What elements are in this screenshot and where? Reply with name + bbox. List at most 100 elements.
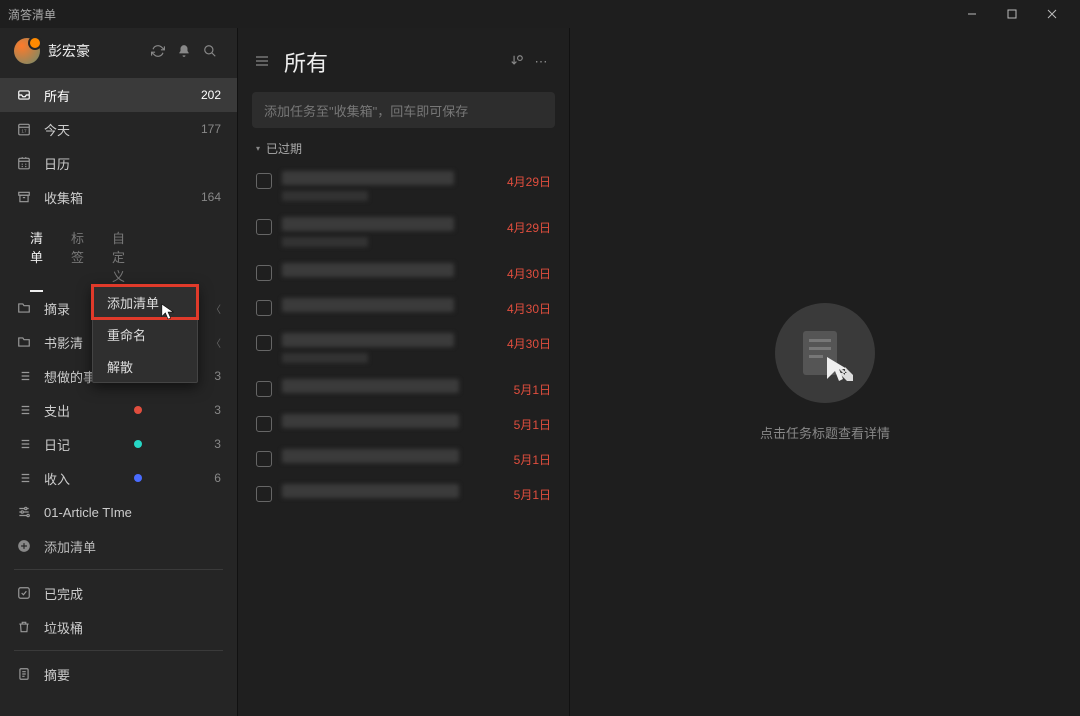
window-maximize-button[interactable] <box>992 0 1032 28</box>
window-close-button[interactable] <box>1032 0 1072 28</box>
list-icon <box>16 402 32 418</box>
task-title-blur <box>282 333 454 347</box>
calendar-day-icon: 17 <box>16 121 32 137</box>
task-date: 4月30日 <box>507 263 551 282</box>
nav-count: 164 <box>201 190 221 204</box>
task-row[interactable]: 4月30日 <box>252 290 555 325</box>
list-item-3[interactable]: 支出3 <box>0 393 237 427</box>
avatar[interactable] <box>14 38 40 64</box>
footer-label: 已完成 <box>44 584 83 603</box>
list-icon <box>16 436 32 452</box>
sync-icon[interactable] <box>145 38 171 64</box>
task-title-blur <box>282 379 459 393</box>
task-row[interactable]: 5月1日 <box>252 476 555 511</box>
task-body <box>282 217 497 247</box>
group-overdue[interactable]: ▾ 已过期 <box>252 128 555 163</box>
task-checkbox[interactable] <box>256 265 272 281</box>
color-dot <box>134 406 142 414</box>
doc-icon <box>16 666 32 682</box>
tab-1[interactable]: 标签 <box>57 222 98 291</box>
window-minimize-button[interactable] <box>952 0 992 28</box>
title-bar: 滴答清单 <box>0 0 1080 28</box>
footer-item-1[interactable]: 垃圾桶 <box>0 610 237 644</box>
nav-item-3[interactable]: 收集箱 164 <box>0 180 237 214</box>
task-checkbox[interactable] <box>256 219 272 235</box>
task-row[interactable]: 4月30日 <box>252 255 555 290</box>
nav-label: 收集箱 <box>44 188 83 207</box>
task-date: 5月1日 <box>514 414 551 433</box>
nav-label: 日历 <box>44 154 70 173</box>
nav-item-1[interactable]: 17今天177 <box>0 112 237 146</box>
task-row[interactable]: 4月30日 <box>252 325 555 371</box>
tab-2[interactable]: 自定义 <box>98 222 139 291</box>
task-title-blur <box>282 263 454 277</box>
username[interactable]: 彭宏豪 <box>48 41 145 61</box>
task-sub-blur <box>282 353 368 363</box>
context-menu-item-1[interactable]: 重命名 <box>93 318 197 350</box>
add-list-button[interactable]: 添加清单 <box>0 529 237 563</box>
divider <box>14 650 223 651</box>
nav-label: 今天 <box>44 120 70 139</box>
task-checkbox[interactable] <box>256 451 272 467</box>
task-row[interactable]: 5月1日 <box>252 406 555 441</box>
empty-text: 点击任务标题查看详情 <box>760 423 890 442</box>
app-title: 滴答清单 <box>8 6 56 23</box>
task-date: 5月1日 <box>514 379 551 398</box>
nav-count: 202 <box>201 88 221 102</box>
footer-item-0[interactable]: 已完成 <box>0 576 237 610</box>
plus-circle-icon <box>16 538 32 554</box>
context-menu: 添加清单重命名解散 <box>92 285 198 383</box>
task-sub-blur <box>282 237 368 247</box>
task-row[interactable]: 4月29日 <box>252 209 555 255</box>
task-row[interactable]: 5月1日 <box>252 371 555 406</box>
archive-icon <box>16 189 32 205</box>
task-body <box>282 298 497 312</box>
task-title-blur <box>282 298 454 312</box>
list-item-6[interactable]: 01-Article TIme <box>0 495 237 529</box>
task-body <box>282 263 497 277</box>
menu-icon[interactable] <box>254 53 270 72</box>
more-icon[interactable]: ⋯ <box>529 54 553 70</box>
add-task-input[interactable]: 添加任务至"收集箱"，回车即可保存 <box>252 92 555 128</box>
list-icon <box>16 368 32 384</box>
task-checkbox[interactable] <box>256 416 272 432</box>
divider <box>14 569 223 570</box>
task-date: 4月29日 <box>507 171 551 190</box>
search-icon[interactable] <box>197 38 223 64</box>
task-checkbox[interactable] <box>256 381 272 397</box>
chevron-down-icon: ▾ <box>256 144 260 153</box>
list-label: 书影清 <box>44 333 83 352</box>
task-checkbox[interactable] <box>256 486 272 502</box>
add-task-placeholder: 添加任务至"收集箱"，回车即可保存 <box>264 101 468 120</box>
task-body <box>282 414 504 428</box>
nav-item-2[interactable]: 日历 <box>0 146 237 180</box>
list-count: 3 <box>214 403 221 417</box>
nav-item-0[interactable]: 所有202 <box>0 78 237 112</box>
context-menu-item-0[interactable]: 添加清单 <box>93 286 197 318</box>
sort-icon[interactable] <box>505 54 529 71</box>
footer-item-2[interactable]: 摘要 <box>0 657 237 691</box>
task-row[interactable]: 5月1日 <box>252 441 555 476</box>
list-label: 01-Article TIme <box>44 505 132 520</box>
task-checkbox[interactable] <box>256 300 272 316</box>
context-menu-item-2[interactable]: 解散 <box>93 350 197 382</box>
task-title-blur <box>282 217 454 231</box>
list-item-4[interactable]: 日记3 <box>0 427 237 461</box>
task-date: 5月1日 <box>514 484 551 503</box>
task-date: 5月1日 <box>514 449 551 468</box>
list-item-5[interactable]: 收入6 <box>0 461 237 495</box>
task-title-blur <box>282 484 459 498</box>
folder-icon <box>16 300 32 316</box>
tab-0[interactable]: 清单 <box>16 222 57 291</box>
chevron-left-icon: 〈 <box>211 335 221 350</box>
task-row[interactable]: 4月29日 <box>252 163 555 209</box>
svg-text:17: 17 <box>21 129 27 134</box>
task-checkbox[interactable] <box>256 335 272 351</box>
task-title-blur <box>282 449 459 463</box>
bell-icon[interactable] <box>171 38 197 64</box>
task-date: 4月29日 <box>507 217 551 236</box>
task-date: 4月30日 <box>507 333 551 352</box>
task-body <box>282 333 497 363</box>
task-body <box>282 379 504 393</box>
task-checkbox[interactable] <box>256 173 272 189</box>
